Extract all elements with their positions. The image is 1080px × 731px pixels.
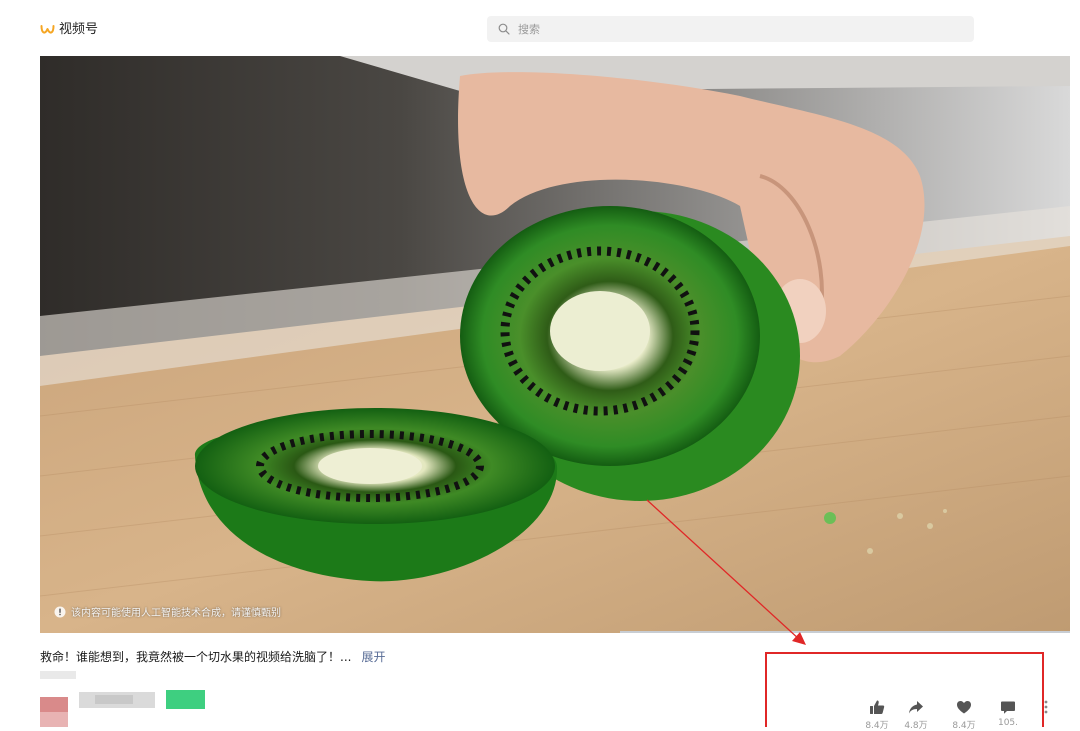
favorite-count: 8.4万 [952, 721, 976, 731]
avatar-lower [40, 712, 68, 727]
author-name-blurred-inner [95, 695, 133, 704]
follow-tag[interactable] [166, 690, 205, 709]
share-arrow-icon [909, 701, 923, 714]
video-player[interactable]: 该内容可能使用人工智能技术合成，请谨慎甄别 [40, 56, 1070, 633]
video-frame [40, 56, 1070, 633]
expand-link[interactable]: 展开 [361, 648, 385, 665]
like-button[interactable]: 8.4万 [857, 699, 897, 731]
blurred-text [40, 671, 76, 679]
comment-button[interactable]: 105. [988, 699, 1028, 728]
like-count: 8.4万 [865, 721, 889, 731]
ai-content-notice: 该内容可能使用人工智能技术合成，请谨慎甄别 [54, 604, 281, 619]
channels-logo-icon [40, 25, 55, 34]
post-caption: 救命！谁能想到，我竟然被一个切水果的视频给洗脑了！... 展开 [40, 648, 385, 664]
info-icon [54, 606, 66, 617]
more-options-icon[interactable] [1043, 699, 1049, 715]
search-input[interactable]: 搜索 [487, 16, 974, 42]
search-placeholder: 搜索 [518, 23, 540, 36]
ai-notice-text: 该内容可能使用人工智能技术合成，请谨慎甄别 [71, 608, 281, 619]
favorite-button[interactable]: 8.4万 [944, 699, 984, 731]
share-button[interactable]: 4.8万 [896, 699, 936, 731]
search-icon [498, 23, 510, 35]
channels-logo[interactable]: 视频号 [40, 21, 98, 39]
app-name: 视频号 [59, 22, 99, 37]
progress-bar[interactable] [620, 631, 1070, 633]
comment-icon [1001, 701, 1015, 714]
thumb-up-icon [870, 700, 885, 714]
caption-text: 救命！谁能想到，我竟然被一个切水果的视频给洗脑了！... [40, 649, 352, 664]
heart-icon [957, 701, 971, 714]
share-count: 4.8万 [904, 721, 928, 731]
